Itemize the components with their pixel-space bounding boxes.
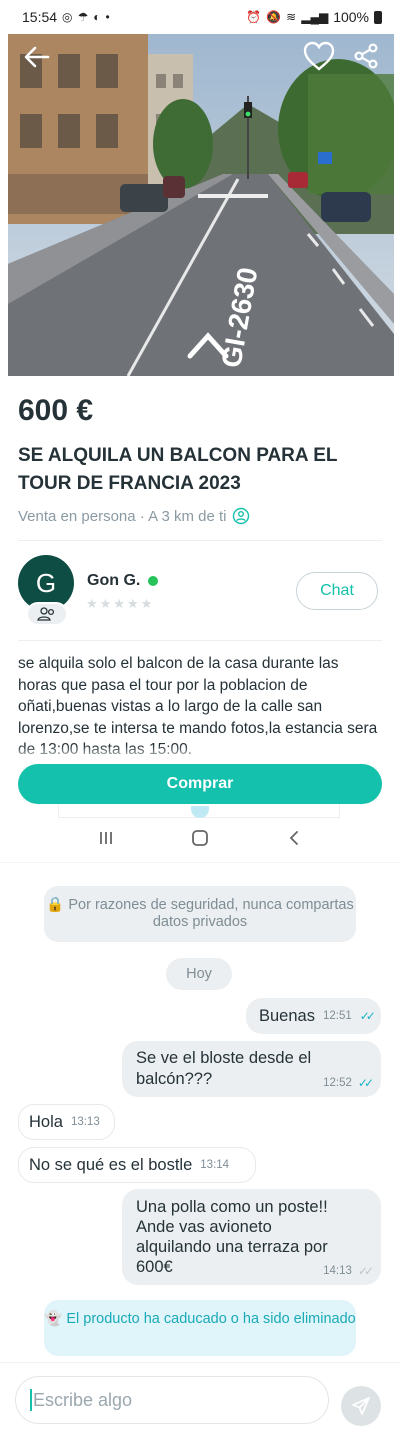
recent-apps-icon[interactable]	[97, 829, 115, 847]
heart-icon	[303, 41, 335, 71]
message-incoming[interactable]: No se qué es el bostle 13:14	[18, 1147, 256, 1183]
seller-name[interactable]: Gon G.	[87, 572, 159, 590]
dot-icon: •	[105, 10, 110, 24]
message-text: Hola	[29, 1112, 63, 1131]
chat-button[interactable]: Chat	[296, 572, 378, 610]
message-text: Se ve el bloste desde el balcón???	[136, 1049, 312, 1088]
person-location-icon	[233, 507, 250, 525]
message-outgoing[interactable]: Una polla como un poste!! Ande vas avion…	[122, 1189, 381, 1285]
message-text: Buenas	[259, 1006, 315, 1025]
message-time: 12:52	[323, 1077, 352, 1089]
text-cursor	[30, 1389, 32, 1411]
message-outgoing[interactable]: Se ve el bloste desde el balcón??? 12:52…	[122, 1041, 381, 1097]
online-status-dot	[148, 576, 159, 586]
divider	[18, 640, 382, 641]
message-input[interactable]	[33, 1389, 313, 1411]
divider	[0, 1362, 400, 1363]
share-button[interactable]	[352, 42, 380, 70]
seller-name-text: Gon G.	[87, 572, 141, 589]
favorite-button[interactable]	[302, 40, 336, 72]
message-text: Una polla como un poste!! Ande vas avion…	[136, 1198, 328, 1276]
seller-badge	[26, 602, 68, 626]
read-check-icon: ✓✓	[359, 1009, 376, 1023]
signal-icon: ▂▄▆	[301, 10, 329, 24]
mute-icon: 🔕	[266, 10, 282, 24]
battery-level: 100%	[333, 9, 369, 25]
buy-button[interactable]: Comprar	[18, 764, 382, 804]
arrow-left-icon	[24, 46, 50, 68]
message-time: 14:13	[323, 1265, 352, 1277]
expired-notice-text: El producto ha caducado o ha sido elimin…	[66, 1311, 356, 1327]
weather-icon: ☂	[77, 10, 89, 24]
system-navigation-bar	[0, 818, 400, 858]
read-check-icon: ✓✓	[357, 1076, 374, 1090]
expired-notice: 👻 El producto ha caducado o ha sido elim…	[44, 1300, 356, 1356]
message-time: 12:51	[322, 1010, 352, 1022]
app-icon: ◐	[93, 10, 101, 24]
wifi-icon: ≋	[286, 10, 297, 24]
share-icon	[354, 43, 378, 69]
listing-description: se alquila solo el balcon de la casa dur…	[18, 655, 378, 758]
status-bar: 15:54 ◎ ☂ ◐ • ⏰ 🔕 ≋ ▂▄▆ 100%	[0, 0, 400, 34]
back-button[interactable]	[22, 42, 52, 72]
seller-rating-stars: ★★★★★	[86, 596, 155, 611]
security-notice-text: Por razones de seguridad, nunca comparta…	[68, 897, 354, 930]
status-time: 15:54	[22, 9, 58, 25]
battery-icon	[374, 10, 382, 24]
delivered-check-icon: ✓✓	[357, 1264, 374, 1278]
day-separator: Hoy	[166, 958, 232, 990]
message-text: No se qué es el bostle	[29, 1155, 193, 1174]
message-composer[interactable]	[15, 1376, 329, 1424]
message-outgoing[interactable]: Buenas 12:51 ✓✓	[246, 998, 381, 1034]
alarm-icon: ⏰	[246, 10, 262, 24]
listing-meta-text: Venta en persona · A 3 km de ti	[18, 507, 227, 525]
whatsapp-icon: ◎	[62, 10, 73, 24]
send-icon	[352, 1397, 370, 1415]
message-incoming[interactable]: Hola 13:13	[18, 1104, 115, 1140]
seller-initial: G	[35, 567, 57, 598]
ghost-icon: 👻	[44, 1311, 63, 1327]
description-fade	[0, 745, 400, 763]
lock-icon: 🔒	[46, 897, 65, 913]
divider	[18, 540, 382, 541]
listing-title: SE ALQUILA UN BALCON PARA EL TOUR DE FRA…	[18, 445, 338, 494]
security-notice: 🔒 Por razones de seguridad, nunca compar…	[44, 886, 356, 942]
users-icon	[37, 607, 55, 621]
listing-meta: Venta en persona · A 3 km de ti	[18, 507, 250, 525]
divider	[0, 862, 400, 863]
home-icon[interactable]	[190, 828, 210, 848]
send-button[interactable]	[341, 1386, 381, 1426]
back-nav-icon[interactable]	[285, 829, 303, 847]
listing-photo[interactable]: GI-2630	[8, 34, 394, 376]
message-time: 13:13	[70, 1116, 100, 1128]
listing-price: 600 €	[18, 394, 94, 427]
message-time: 13:14	[200, 1159, 230, 1171]
